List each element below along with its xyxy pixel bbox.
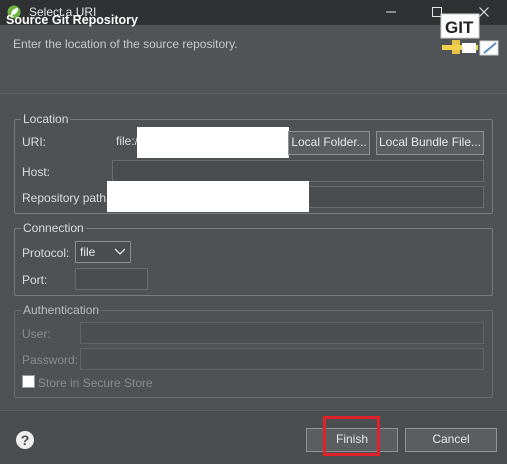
page-title: Source Git Repository [6, 13, 138, 27]
help-icon[interactable]: ? [15, 430, 35, 450]
port-label: Port: [22, 273, 48, 287]
local-folder-button[interactable]: Local Folder... [288, 131, 370, 155]
location-group-title: Location [21, 112, 71, 126]
minimize-icon [386, 11, 396, 13]
repository-path-label: Repository path: [22, 191, 110, 205]
protocol-select[interactable]: file [75, 241, 131, 263]
wizard-header [0, 25, 507, 94]
connection-group-title: Connection [21, 221, 86, 235]
svg-text:?: ? [21, 432, 30, 448]
user-input[interactable] [80, 322, 484, 344]
minimize-button[interactable] [368, 0, 414, 25]
password-input[interactable] [80, 348, 484, 370]
user-label: User: [22, 327, 51, 341]
protocol-label: Protocol: [22, 246, 70, 260]
git-logo-icon: GIT [440, 13, 499, 56]
cancel-button[interactable]: Cancel [405, 428, 497, 452]
chevron-down-icon [114, 248, 126, 255]
uri-label: URI: [22, 135, 46, 149]
page-description: Enter the location of the source reposit… [13, 37, 238, 51]
port-input[interactable] [75, 268, 148, 290]
uri-prefix: file:/ [116, 134, 139, 148]
local-bundle-file-button[interactable]: Local Bundle File... [376, 131, 484, 155]
store-secure-checkbox[interactable] [22, 375, 35, 388]
repository-path-input[interactable] [107, 181, 309, 212]
password-label: Password: [22, 353, 79, 367]
authentication-group-title: Authentication [21, 303, 102, 317]
host-label: Host: [22, 165, 51, 179]
store-secure-label: Store in Secure Store [38, 376, 153, 390]
protocol-value: file [80, 245, 96, 259]
host-input[interactable] [112, 160, 484, 182]
finish-highlight-box [323, 416, 380, 456]
git-logo-text: GIT [445, 18, 474, 37]
uri-input[interactable] [137, 127, 289, 158]
